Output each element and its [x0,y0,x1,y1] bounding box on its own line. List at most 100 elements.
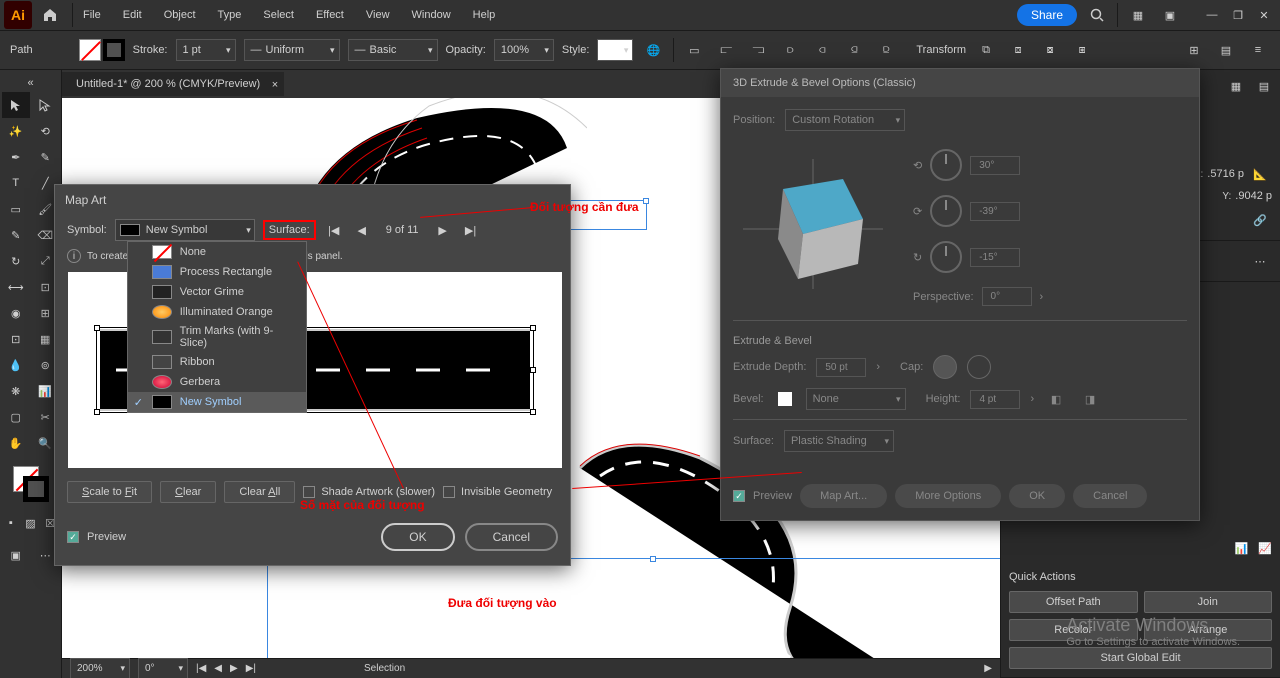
link-icon[interactable]: 🔗 [1248,208,1272,232]
transform-icon-2[interactable]: ⧈ [1006,38,1030,62]
menu-window[interactable]: Window [402,5,461,25]
symbol-option-rect[interactable]: Process Rectangle [128,262,306,282]
cap-off-icon[interactable] [967,355,991,379]
nav-first-icon[interactable]: |◀ [196,663,206,674]
more-icon[interactable]: ⋯ [1248,249,1272,273]
transform-icon-1[interactable]: ⧉ [974,38,998,62]
shade-checkbox[interactable]: Shade Artwork (slower) [303,486,435,498]
symbol-option-grime[interactable]: Vector Grime [128,282,306,302]
cap-on-icon[interactable] [933,355,957,379]
symbol-sprayer-tool[interactable]: ❋ [2,378,30,404]
zoom-dropdown[interactable]: 200% [70,658,130,678]
tab-close-icon[interactable]: × [272,79,278,91]
document-tab[interactable]: Untitled-1* @ 200 % (CMYK/Preview)× [62,72,284,96]
nav-next-icon[interactable]: ▶ [230,663,238,674]
globe-icon[interactable]: 🌐 [641,38,665,62]
pen-tool[interactable]: ✒ [2,144,30,170]
symbol-option-trim[interactable]: Trim Marks (with 9-Slice) [128,322,306,352]
surface-shading-dropdown[interactable]: Plastic Shading [784,430,894,452]
brush-dropdown[interactable]: — Basic [348,39,438,61]
global-edit-button[interactable]: Start Global Edit [1009,647,1272,669]
rotate-x-input[interactable]: 30° [970,156,1020,175]
menu-edit[interactable]: Edit [113,5,152,25]
rotate-y-input[interactable]: -39° [970,202,1020,221]
scale-to-fit-button[interactable]: SScale to Fitcale to Fit [67,481,152,503]
align-left-icon[interactable]: ⫍ [714,38,738,62]
cancel-button[interactable]: Cancel [465,523,558,551]
more-options-button[interactable]: More Options [895,484,1001,508]
menu-effect[interactable]: Effect [306,5,354,25]
clear-all-button[interactable]: Clear All [224,481,295,503]
fill-stroke-picker[interactable] [9,462,53,506]
panel-icon-2[interactable]: ▤ [1252,74,1276,98]
join-button[interactable]: Join [1144,591,1273,613]
rotate-tool[interactable]: ↻ [2,248,30,274]
mesh-tool[interactable]: ⊡ [2,326,30,352]
shaper-tool[interactable]: ✎ [2,222,30,248]
width-tool[interactable]: ⟷ [2,274,30,300]
rectangle-tool[interactable]: ▭ [2,196,30,222]
search-icon[interactable] [1085,3,1109,27]
lasso-tool[interactable]: ⟲ [32,118,60,144]
style-dropdown[interactable] [597,39,633,61]
nav-last-icon[interactable]: ▶| [246,663,256,674]
align-right-icon[interactable]: ⫐ [778,38,802,62]
symbol-dropdown[interactable]: New Symbol None Process Rectangle Vector… [115,219,255,241]
bevel-in-icon[interactable]: ◧ [1044,387,1068,411]
stroke-swatch[interactable] [103,39,125,61]
workspace-icon[interactable]: ▣ [1158,3,1182,27]
symbol-option-none[interactable]: None [128,242,306,262]
position-dropdown[interactable]: Custom Rotation [785,109,905,131]
menu-help[interactable]: Help [463,5,506,25]
menu-type[interactable]: Type [208,5,252,25]
nav-prev-icon[interactable]: ◀ [214,663,222,674]
type-tool[interactable]: T [2,170,30,196]
align-vc-icon[interactable]: ⫑ [842,38,866,62]
rotate-y-dial[interactable] [930,195,962,227]
screen-mode-icon[interactable]: ▣ [2,542,30,568]
scroll-arrow-icon[interactable]: ▶ [984,663,992,674]
minimize-icon[interactable]: — [1200,3,1224,27]
map-art-button[interactable]: Map Art... [800,484,887,508]
transform-icon-4[interactable]: ⧆ [1070,38,1094,62]
chart-icon-1[interactable]: 📊 [1235,542,1249,555]
close-icon[interactable]: ✕ [1252,3,1276,27]
shape-builder-tool[interactable]: ◉ [2,300,30,326]
direct-selection-tool[interactable] [32,92,60,118]
prev-surface-icon[interactable]: ◀ [352,220,372,240]
measure-icon[interactable]: 📐 [1248,162,1272,186]
panel-icon-1[interactable]: ▦ [1224,74,1248,98]
rotate-x-dial[interactable] [930,149,962,181]
offset-path-button[interactable]: Offset Path [1009,591,1138,613]
eyedropper-tool[interactable]: 💧 [2,352,30,378]
opacity-input[interactable]: 100% [494,39,554,61]
menu-icon[interactable]: ≡ [1246,38,1270,62]
isolation-icon[interactable]: ▤ [1214,38,1238,62]
menu-view[interactable]: View [356,5,400,25]
extrude-preview-checkbox[interactable]: Preview [733,490,792,502]
rotate-dropdown[interactable]: 0° [138,658,188,678]
transform-icon-3[interactable]: ⧇ [1038,38,1062,62]
rotate-z-dial[interactable] [930,241,962,273]
rotation-cube[interactable] [733,139,893,299]
align-top-icon[interactable]: ⫏ [810,38,834,62]
profile-dropdown[interactable]: — Uniform [244,39,340,61]
align-bottom-icon[interactable]: ⫒ [874,38,898,62]
bevel-out-icon[interactable]: ◨ [1078,387,1102,411]
extrude-ok-button[interactable]: OK [1009,484,1065,508]
preview-checkbox[interactable]: Preview [67,531,126,543]
restore-icon[interactable]: ❐ [1226,3,1250,27]
next-surface-icon[interactable]: ▶ [433,220,453,240]
rotate-z-input[interactable]: -15° [970,248,1020,267]
clear-button[interactable]: Clear [160,481,216,503]
invisible-checkbox[interactable]: Invisible Geometry [443,486,552,498]
symbol-option-new[interactable]: ✓New Symbol [128,392,306,412]
hand-tool[interactable]: ✋ [2,430,30,456]
height-input[interactable]: 4 pt [970,390,1020,409]
toolbox-collapse-icon[interactable]: « [2,74,59,92]
symbol-option-orange[interactable]: Illuminated Orange [128,302,306,322]
last-surface-icon[interactable]: ▶| [461,220,481,240]
perspective-input[interactable]: 0° [982,287,1032,306]
menu-object[interactable]: Object [154,5,206,25]
depth-input[interactable]: 50 pt [816,358,866,377]
